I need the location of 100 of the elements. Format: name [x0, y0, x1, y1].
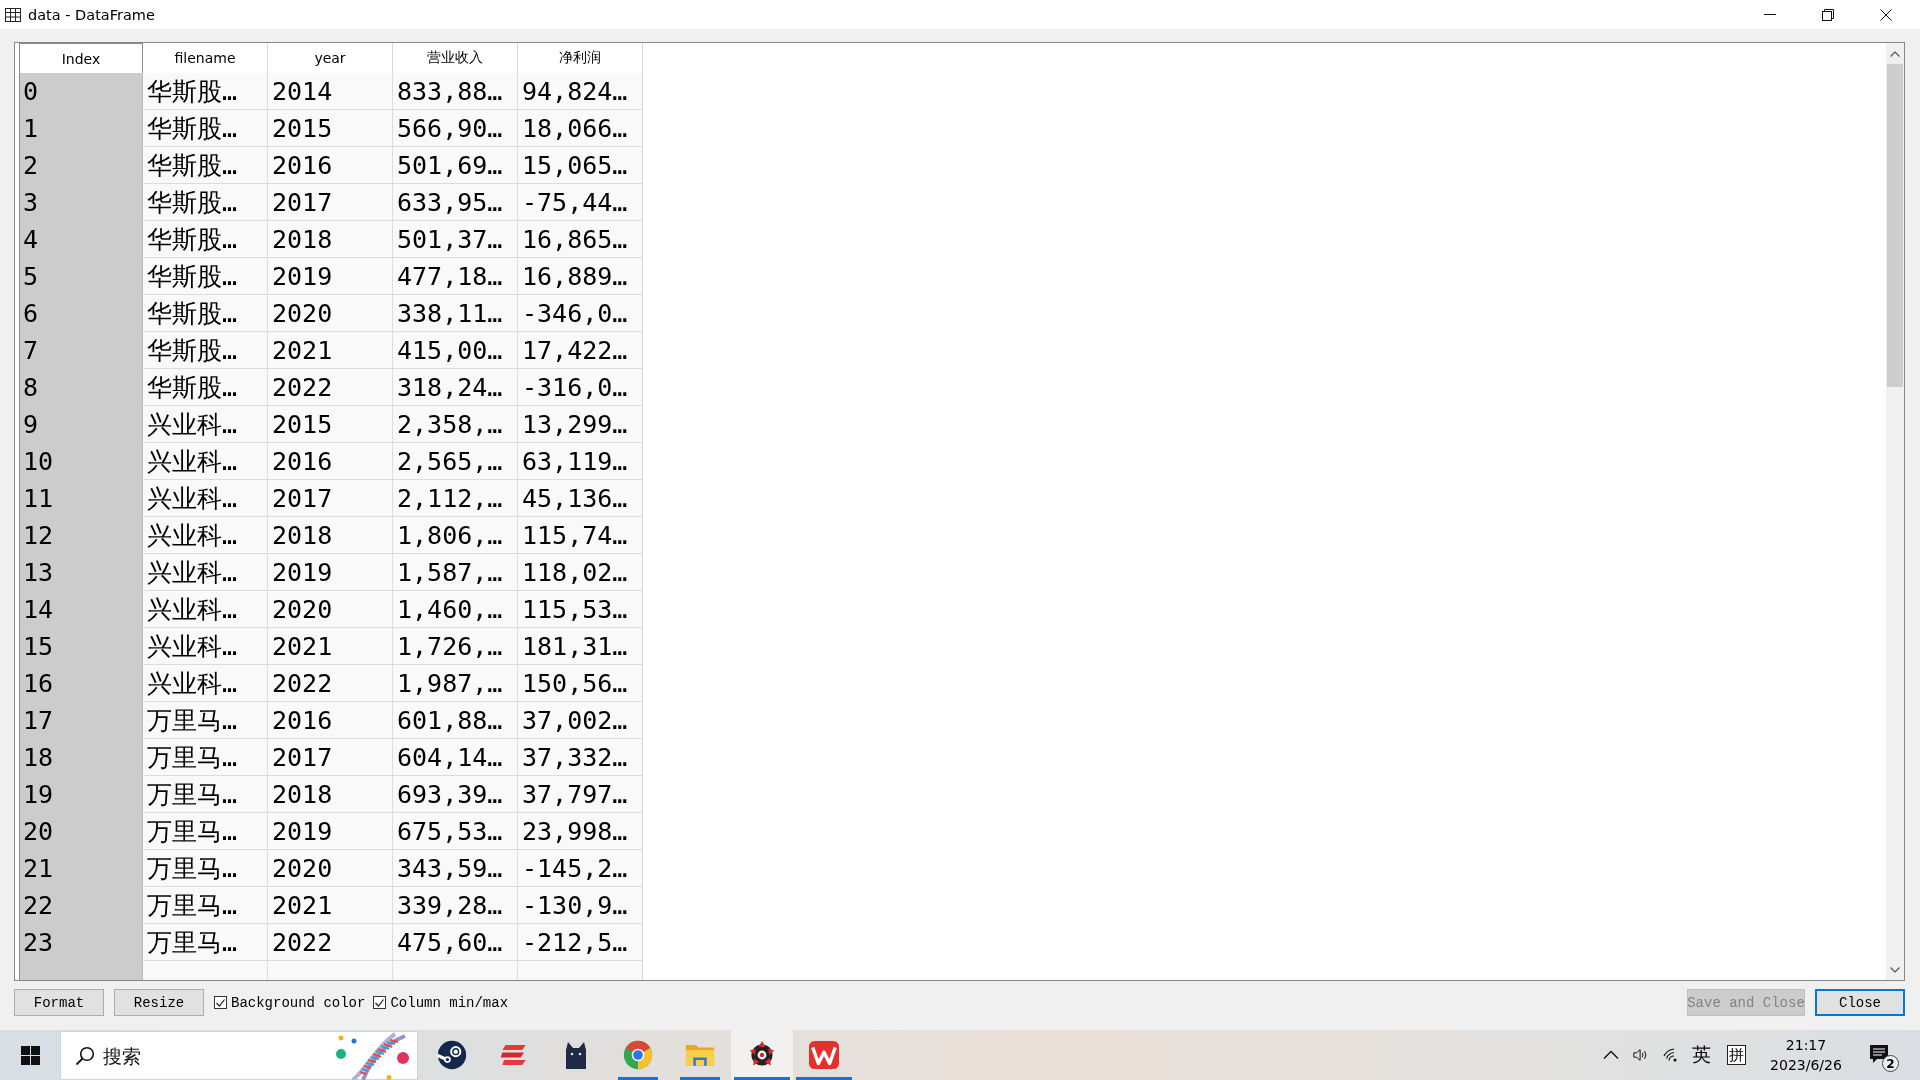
checkbox-label[interactable]: Background color	[231, 994, 366, 1011]
table-cell: 2019	[268, 258, 393, 295]
table-cell: -145,2…	[518, 850, 643, 887]
table-cell: 2015	[268, 406, 393, 443]
table-cell: 2019	[268, 554, 393, 591]
table-cell: 37,797…	[518, 776, 643, 813]
toolbar-button[interactable]: Format	[14, 989, 104, 1016]
table-cell: 万里马…	[143, 924, 268, 961]
zigzag-tile-icon	[809, 1040, 839, 1070]
close-icon	[1880, 8, 1892, 21]
table-cell: 兴业科…	[143, 591, 268, 628]
table-cell: 604,14…	[393, 739, 518, 776]
table-cell: 2,112,…	[393, 480, 518, 517]
wifi-icon[interactable]	[1663, 1047, 1679, 1063]
table-cell: 2,358,…	[393, 406, 518, 443]
row-index: 4	[19, 221, 143, 258]
table-cell: 477,18…	[393, 258, 518, 295]
table-cell: 万里马…	[143, 702, 268, 739]
dialog-button[interactable]: Close	[1815, 989, 1905, 1016]
row-index: 1	[19, 110, 143, 147]
row-index: 14	[19, 591, 143, 628]
row-index: 18	[19, 739, 143, 776]
table-cell: 633,95…	[393, 184, 518, 221]
table-cell: 1,806,…	[393, 517, 518, 554]
table-cell: 2018	[268, 776, 393, 813]
table-cell: 2021	[268, 628, 393, 665]
scrollbar-thumb[interactable]	[1887, 64, 1903, 387]
table-cell: 2022	[268, 369, 393, 406]
table-cell: 18,066…	[518, 110, 643, 147]
table-cell: 2021	[268, 887, 393, 924]
table-cell: 华斯股…	[143, 184, 268, 221]
table-cell: 万里马…	[143, 739, 268, 776]
row-index: 15	[19, 628, 143, 665]
input-method-button[interactable]: 拼	[1726, 1045, 1746, 1065]
minimize-icon	[1764, 14, 1776, 15]
row-index: 11	[19, 480, 143, 517]
table-cell: 501,37…	[393, 221, 518, 258]
table-cell: 兴业科…	[143, 406, 268, 443]
table-cell: 415,00…	[393, 332, 518, 369]
table-cell: -212,5…	[518, 924, 643, 961]
table-cell: 1,726,…	[393, 628, 518, 665]
row-index: 21	[19, 850, 143, 887]
row-index: 22	[19, 887, 143, 924]
table-cell: 华斯股…	[143, 147, 268, 184]
table-cell: 2016	[268, 147, 393, 184]
toolbar-button[interactable]: Resize	[114, 989, 204, 1016]
clock-date[interactable]: 2023/6/26	[1770, 1055, 1842, 1075]
row-index: 7	[19, 332, 143, 369]
checkbox[interactable]	[214, 996, 227, 1009]
checkbox[interactable]	[373, 996, 387, 1009]
input-language-button[interactable]: 英	[1691, 1042, 1711, 1068]
table-cell: 338,11…	[393, 295, 518, 332]
table-cell: 115,53…	[518, 591, 643, 628]
row-index: 19	[19, 776, 143, 813]
table-cell: 兴业科…	[143, 443, 268, 480]
taskbar-app-button[interactable]	[731, 1030, 793, 1080]
table-cell: 566,90…	[393, 110, 518, 147]
table-cell: 2021	[268, 332, 393, 369]
table-cell: 华斯股…	[143, 369, 268, 406]
row-index: 5	[19, 258, 143, 295]
table-cell: 1,987,…	[393, 665, 518, 702]
row-index: 2	[19, 147, 143, 184]
checkbox-label[interactable]: Column min/max	[390, 994, 509, 1011]
row-index: 6	[19, 295, 143, 332]
table-cell: 2017	[268, 480, 393, 517]
table-cell: 华斯股…	[143, 110, 268, 147]
table-cell: 2016	[268, 443, 393, 480]
table-cell: 94,824…	[518, 73, 643, 110]
table-cell: 23,998…	[518, 813, 643, 850]
table-cell: 2017	[268, 739, 393, 776]
table-cell: 2,565,…	[393, 443, 518, 480]
table-cell: 501,69…	[393, 147, 518, 184]
table-cell: 2022	[268, 665, 393, 702]
table-cell: 2020	[268, 295, 393, 332]
table-cell: 兴业科…	[143, 628, 268, 665]
column-header[interactable]: Index	[19, 43, 143, 73]
search-field[interactable]: 搜索	[103, 1035, 327, 1076]
table-cell: 2018	[268, 517, 393, 554]
row-index: 8	[19, 369, 143, 406]
table-cell: 115,74…	[518, 517, 643, 554]
notification-icon[interactable]	[1869, 1044, 1889, 1066]
vertical-scrollbar[interactable]	[1886, 43, 1904, 980]
row-index: 12	[19, 517, 143, 554]
table-cell: 37,002…	[518, 702, 643, 739]
table-cell: 2017	[268, 184, 393, 221]
row-index: 10	[19, 443, 143, 480]
table-cell: 2016	[268, 702, 393, 739]
table-cell: 1,587,…	[393, 554, 518, 591]
table-cell: 318,24…	[393, 369, 518, 406]
notification-count: 2	[1882, 1055, 1899, 1072]
table-cell: 华斯股…	[143, 258, 268, 295]
search-box[interactable]: 搜索	[60, 1031, 418, 1080]
speaker-icon[interactable]	[1633, 1047, 1649, 1063]
table-cell: 181,31…	[518, 628, 643, 665]
table-cell: -75,44…	[518, 184, 643, 221]
table-cell: 343,59…	[393, 850, 518, 887]
segmented-circle-icon	[623, 1040, 653, 1070]
clock-time[interactable]: 21:17	[1785, 1035, 1827, 1055]
table-cell: -346,0…	[518, 295, 643, 332]
table-cell: 万里马…	[143, 776, 268, 813]
